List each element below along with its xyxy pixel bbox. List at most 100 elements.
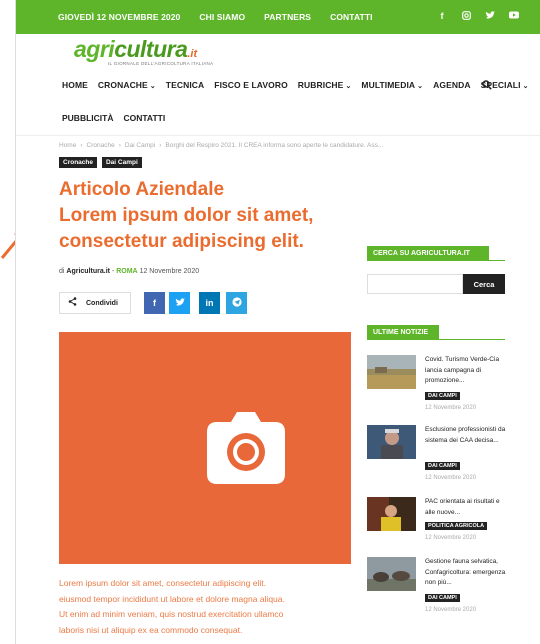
logo-suffix: .it [187,48,198,60]
top-link-partners[interactable]: PARTNERS [264,12,311,22]
site-logo[interactable]: agricultura.it IL GIORNALE DELL'AGRICOLT… [74,36,274,70]
article-byline: di Agricultura.it - ROMA 12 Novembre 202… [59,268,199,275]
article-body-line: eiusmod tempor incididunt ut labore et d… [59,593,285,604]
article-body-line: laboris nisi ut aliquip ex ea commodo co… [59,624,243,635]
article-body: Lorem ipsum dolor sit amet, consectetur … [59,576,359,638]
news-category-badge[interactable]: DAI CAMPI [425,462,460,470]
news-item[interactable]: Covid. Turismo Verde-Cia lancia campagna… [367,355,507,415]
social-links: f [437,11,519,22]
article-title-line: Articolo Aziendale [59,179,225,200]
nav-item-multimedia[interactable]: MULTIMEDIA ⌄ [361,80,423,90]
nav-item-fisco-e-lavoro[interactable]: FISCO E LAVORO [214,80,288,90]
logo-tagline: IL GIORNALE DELL'AGRICOLTURA ITALIANA [108,61,214,66]
nav-item-cronache[interactable]: CRONACHE ⌄ [98,80,156,90]
news-date: 12 Novembre 2020 [425,607,477,613]
nav-item-pubblicita[interactable]: PUBBLICITÀ [62,113,113,123]
article-title: Articolo Aziendale Lorem ipsum dolor sit… [59,177,359,255]
breadcrumb-separator: › [80,142,83,149]
secondary-nav: PUBBLICITÀ CONTATTI [62,113,175,123]
nav-item-label: RUBRICHE [297,80,344,90]
nav-divider [16,135,540,136]
category-tag-dai-campi[interactable]: Dai Campi [101,157,142,168]
news-thumbnail[interactable] [367,355,416,389]
news-title[interactable]: Esclusione professionisti da sistema dei… [425,425,509,446]
nav-item-label: CRONACHE [97,80,148,90]
page-frame: GIOVEDÌ 12 NOVEMBRE 2020 CHI SIAMO PARTN… [15,0,540,644]
article-body-line: Ut enim ad minim veniam, quis nostrud ex… [59,609,284,619]
breadcrumb-separator: › [118,142,121,149]
share-facebook-button[interactable]: f [144,292,165,314]
article-city: ROMA [116,268,138,275]
category-tag-cronache[interactable]: Cronache [59,157,97,168]
news-thumbnail[interactable] [367,425,416,459]
news-title[interactable]: PAC orientata ai risultati e alle nuove.… [425,497,509,518]
news-category-badge[interactable]: POLITICA AGRICOLA [425,522,488,530]
share-twitter-button[interactable] [169,292,190,314]
breadcrumb: Home › Cronache › Dai Campi › Borghi del Respi… [59,142,383,149]
search-widget-heading: CERCA SU AGRICULTURA.IT [367,246,489,261]
nav-item-contatti[interactable]: CONTATTI [123,113,165,123]
nav-item-label: MULTIMEDIA [361,80,416,90]
linkedin-icon: in [205,298,214,308]
news-date: 12 Novembre 2020 [425,535,477,541]
nav-item-agenda[interactable]: AGENDA [433,80,470,90]
article-hero-image [59,332,351,564]
latest-news-rule [367,339,505,340]
news-date: 12 Novembre 2020 [425,405,477,411]
news-category-badge[interactable]: DAI CAMPI [425,392,460,400]
share-linkedin-button[interactable]: in [199,292,220,314]
news-item[interactable]: Gestione fauna selvatica, Confagricoltur… [367,557,507,617]
category-tags: Cronache Dai Campi [59,157,142,168]
article-date: 12 Novembre 2020 [139,268,200,275]
top-bar-date: GIOVEDÌ 12 NOVEMBRE 2020 [58,12,181,22]
news-date: 12 Novembre 2020 [425,475,477,481]
facebook-icon: f [153,298,156,308]
top-link-chi-siamo[interactable]: CHI SIAMO [199,12,245,22]
nav-item-rubriche[interactable]: RUBRICHE ⌄ [298,80,352,90]
news-title[interactable]: Gestione fauna selvatica, Confagricoltur… [425,557,509,589]
news-thumbnail[interactable] [367,557,416,591]
breadcrumb-dai-campi[interactable]: Dai Campi [125,142,155,149]
news-item[interactable]: PAC orientata ai risultati e alle nuove.… [367,497,507,547]
sidebar-search-button[interactable]: Cerca [463,274,505,294]
twitter-icon[interactable] [485,11,495,22]
news-item[interactable]: Esclusione professionisti da sistema dei… [367,425,507,485]
share-icon [68,297,77,309]
news-category-badge[interactable]: DAI CAMPI [425,594,460,602]
chevron-down-icon: ⌄ [417,83,424,90]
latest-news-heading: ULTIME NOTIZIE [367,325,439,340]
logo-part-agri: agri [74,36,115,62]
instagram-icon[interactable] [461,11,471,22]
chevron-down-icon: ⌄ [149,83,156,90]
byline-separator: - [111,268,115,275]
breadcrumb-cronache[interactable]: Cronache [87,142,115,149]
news-thumbnail[interactable] [367,497,416,531]
byline-prefix: di [59,268,65,275]
news-title[interactable]: Covid. Turismo Verde-Cia lancia campagna… [425,355,509,387]
sidebar-search-input[interactable] [367,274,463,294]
youtube-icon[interactable] [509,11,519,22]
search-widget-rule [367,260,505,261]
share-button[interactable]: Condividi [59,292,131,314]
breadcrumb-current: Borghi del Respiro 2021. Il CREA informa… [165,142,384,149]
camera-icon [205,408,287,488]
nav-item-tecnica[interactable]: TECNICA [166,80,204,90]
top-link-contatti[interactable]: CONTATTI [330,12,373,22]
chevron-down-icon: ⌄ [345,83,352,90]
share-telegram-button[interactable] [226,292,247,314]
twitter-icon [175,297,185,309]
main-nav: HOME CRONACHE ⌄ TECNICA FISCO E LAVORO RU… [62,80,539,90]
telegram-icon [231,297,242,309]
article-body-line: Lorem ipsum dolor sit amet, consectetur … [59,578,266,588]
search-icon[interactable] [482,80,492,93]
top-bar: GIOVEDÌ 12 NOVEMBRE 2020 CHI SIAMO PARTN… [16,0,540,34]
author-link[interactable]: Agricultura.it [66,268,110,275]
nav-item-home[interactable]: HOME [62,80,88,90]
facebook-icon[interactable]: f [437,11,447,22]
share-label: Condividi [86,299,118,307]
article-title-line: consectetur adipiscing elit. [59,231,304,252]
chevron-down-icon: ⌄ [522,83,529,90]
logo-part-cultura: cultura [114,36,188,62]
breadcrumb-separator: › [159,142,162,149]
breadcrumb-home[interactable]: Home [59,142,76,149]
